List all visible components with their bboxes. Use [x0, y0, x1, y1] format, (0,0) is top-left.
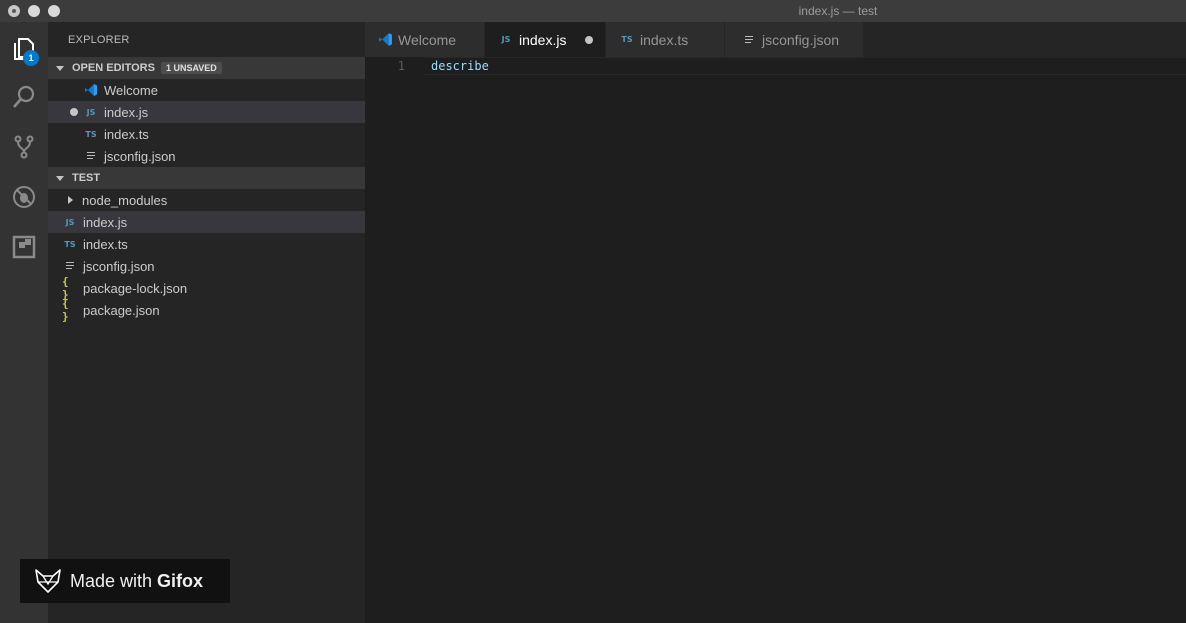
json-icon: { } [62, 297, 69, 323]
git-branch-icon [14, 135, 34, 159]
tree-item-node-modules[interactable]: node_modules [48, 189, 365, 211]
window-title: index.js — test [798, 4, 878, 18]
sidebar-title: EXPLORER [68, 34, 130, 46]
open-editors-header[interactable]: OPEN EDITORS 1 UNSAVED [48, 57, 365, 79]
activity-debug[interactable] [0, 173, 48, 221]
tab-jsconfig[interactable]: jsconfig.json [725, 22, 864, 57]
vscode-icon [83, 82, 99, 98]
gifox-watermark: Made with Gifox [20, 559, 230, 603]
chevron-down-icon [56, 175, 64, 181]
tree-item-label: jsconfig.json [83, 258, 155, 274]
tree-item-package-lock[interactable]: { } package-lock.json [48, 275, 365, 301]
code-line[interactable]: describe [431, 59, 489, 73]
open-editor-label: Welcome [104, 82, 158, 98]
open-editor-label: index.js [104, 104, 149, 120]
js-icon: JS [65, 217, 75, 227]
tree-item-package-json[interactable]: { } package.json [48, 297, 365, 323]
folder-title: TEST [72, 172, 101, 184]
line-number: 1 [397, 59, 405, 73]
tree-item-index-ts[interactable]: TS index.ts [48, 233, 365, 255]
tab-welcome[interactable]: Welcome [365, 22, 485, 57]
fox-icon [35, 569, 61, 593]
tree-item-label: node_modules [82, 192, 168, 208]
title-bar: index.js — test [0, 0, 1186, 22]
open-editors-title: OPEN EDITORS [72, 62, 155, 74]
open-editor-label: jsconfig.json [104, 148, 176, 164]
editor-tabs: Welcome JS index.js TS index.ts jsconfig… [365, 22, 1186, 57]
current-line-highlight [425, 57, 1186, 75]
explorer-sidebar: EXPLORER OPEN EDITORS 1 UNSAVED Welcome … [48, 22, 365, 623]
open-editor-index-ts[interactable]: TS index.ts [48, 123, 365, 145]
open-editor-label: index.ts [104, 126, 149, 142]
folder-header[interactable]: TEST [48, 167, 365, 189]
extensions-icon [12, 235, 36, 259]
explorer-badge: 1 [23, 50, 39, 66]
tab-index-ts[interactable]: TS index.ts [606, 22, 725, 57]
watermark-prefix: Made with [70, 570, 153, 591]
code-editor[interactable]: 1 describe [365, 57, 1186, 623]
chevron-down-icon [56, 65, 64, 71]
tab-label: index.js [519, 31, 567, 48]
lines-icon [62, 258, 78, 274]
tree-item-label: index.js [83, 214, 128, 230]
activity-source-control[interactable] [0, 123, 48, 171]
tab-label: jsconfig.json [762, 31, 840, 48]
tree-item-label: index.ts [83, 236, 128, 252]
lines-icon [83, 148, 99, 164]
js-icon: JS [86, 107, 96, 117]
json-icon: { } [62, 275, 69, 301]
tree-item-index-js[interactable]: JS index.js [48, 211, 365, 233]
tab-index-js[interactable]: JS index.js [485, 22, 606, 57]
activity-extensions[interactable] [0, 223, 48, 271]
activity-search[interactable] [0, 73, 48, 121]
tab-label: Welcome [398, 31, 457, 48]
tree-item-jsconfig[interactable]: jsconfig.json [48, 255, 365, 277]
unsaved-dot-icon[interactable] [585, 35, 593, 44]
ts-icon: TS [621, 35, 633, 44]
activity-bar: 1 [0, 22, 48, 623]
activity-explorer[interactable]: 1 [0, 24, 48, 72]
unsaved-badge: 1 UNSAVED [160, 62, 222, 74]
tab-label: index.ts [640, 31, 689, 48]
tree-item-label: package.json [83, 302, 160, 318]
lines-icon [741, 32, 757, 48]
vscode-icon [377, 32, 393, 48]
open-editor-index-js[interactable]: JS index.js [48, 101, 365, 123]
tree-item-label: package-lock.json [83, 280, 188, 296]
chevron-right-icon [68, 196, 73, 204]
js-icon: JS [501, 35, 511, 44]
ts-icon: TS [85, 129, 97, 139]
ts-icon: TS [64, 239, 76, 249]
open-editor-welcome[interactable]: Welcome [48, 79, 365, 101]
open-editor-jsconfig[interactable]: jsconfig.json [48, 145, 365, 167]
watermark-brand: Gifox [157, 570, 204, 591]
unsaved-dot-icon [70, 108, 78, 116]
search-icon [13, 85, 35, 108]
bug-icon [13, 186, 35, 208]
